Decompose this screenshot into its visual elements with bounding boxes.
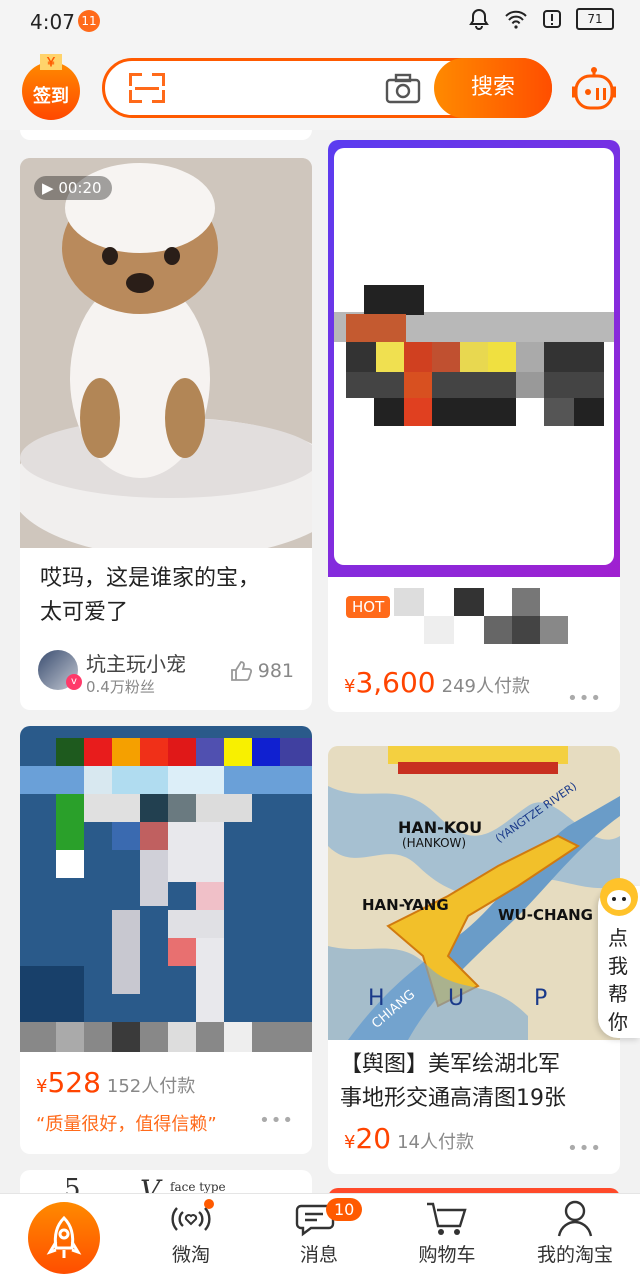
person-icon bbox=[557, 1200, 593, 1237]
video-duration-badge: ▶ 00:20 bbox=[34, 176, 112, 200]
scan-icon[interactable] bbox=[129, 73, 165, 103]
tab-weitao[interactable]: 微淘 bbox=[136, 1198, 246, 1267]
status-bar: 4:07 11 71 bbox=[0, 0, 640, 44]
map-label-u: U bbox=[448, 986, 465, 1011]
rocket-icon bbox=[46, 1215, 82, 1258]
cart-icon bbox=[427, 1202, 467, 1235]
partial-card-left[interactable]: 5 V face type bbox=[20, 1170, 312, 1194]
play-icon: ▶ bbox=[42, 179, 54, 197]
verified-badge: v bbox=[66, 674, 82, 690]
map-label-p: P bbox=[534, 986, 548, 1011]
home-rocket-button[interactable] bbox=[28, 1202, 100, 1274]
message-badge: 10 bbox=[326, 1198, 363, 1221]
pixelated-product-photo bbox=[334, 285, 614, 426]
product-card-hot[interactable]: HOT ¥3,600 249人付款 ••• bbox=[328, 140, 620, 712]
assistant-label: 点我帮你 bbox=[608, 926, 628, 1034]
blurred-title bbox=[394, 588, 568, 644]
assistant-face-icon bbox=[600, 878, 638, 916]
bell-icon bbox=[469, 8, 489, 30]
wifi-icon bbox=[505, 10, 527, 29]
paid-count: 249人付款 bbox=[441, 676, 530, 697]
puppy-video-thumbnail[interactable]: ▶ 00:20 bbox=[20, 158, 312, 558]
map-label-hankou: HAN-KOU bbox=[398, 818, 483, 837]
product-card-map[interactable]: HAN-KOU (HANKOW) (YANGTZE RIVER) HAN-YAN… bbox=[328, 746, 620, 1174]
review-quote: “质量很好，值得信赖” bbox=[36, 1114, 217, 1135]
product-image[interactable] bbox=[20, 726, 312, 1052]
map-product-title[interactable]: 【舆图】美军绘湖北军 事地形交通高清图19张 bbox=[340, 1048, 604, 1116]
paid-count: 14人付款 bbox=[397, 1132, 474, 1153]
feed-top-stub bbox=[20, 130, 312, 140]
search-header: 签到 搜索 bbox=[0, 44, 640, 130]
price: ¥20 14人付款 bbox=[344, 1122, 474, 1155]
map-label-h: H bbox=[368, 986, 385, 1011]
checkin-button[interactable]: 签到 bbox=[22, 54, 80, 120]
video-title[interactable]: 哎玛，这是谁家的宝， 太可爱了 bbox=[40, 562, 296, 630]
status-icons: 71 bbox=[468, 8, 614, 30]
thumbs-up-icon bbox=[230, 661, 252, 681]
tab-cart[interactable]: 购物车 bbox=[392, 1198, 502, 1267]
assistant-robot-icon[interactable] bbox=[572, 66, 616, 114]
more-options-icon[interactable]: ••• bbox=[259, 1110, 294, 1131]
more-options-icon[interactable]: ••• bbox=[567, 1138, 602, 1159]
like-button[interactable]: 981 bbox=[230, 660, 294, 682]
notification-count-badge: 11 bbox=[78, 10, 100, 32]
map-label-wuchang: WU-CHANG bbox=[498, 906, 593, 924]
map-label-hanyang: HAN-YANG bbox=[362, 896, 449, 914]
hot-tag: HOT bbox=[346, 596, 391, 618]
alert-icon bbox=[543, 10, 561, 28]
weitao-icon bbox=[171, 1199, 214, 1231]
search-input[interactable]: 搜索 bbox=[102, 58, 552, 118]
battery-indicator: 71 bbox=[576, 8, 614, 30]
camera-icon[interactable] bbox=[385, 73, 421, 105]
tab-messages[interactable]: 消息 10 bbox=[264, 1198, 374, 1267]
author-name[interactable]: 坑主玩小宠 bbox=[86, 648, 186, 677]
author-fans: 0.4万粉丝 bbox=[86, 678, 155, 696]
product-feed[interactable]: ▶ 00:20 哎玛，这是谁家的宝， 太可爱了 v 坑主玩小宠 0.4万粉丝 9… bbox=[0, 130, 640, 1194]
map-label-hankow: (HANKOW) bbox=[402, 836, 467, 850]
product-card-528[interactable]: ¥528 152人付款 “质量很好，值得信赖” ••• bbox=[20, 726, 312, 1154]
clock: 4:07 bbox=[30, 10, 75, 34]
tab-my-taobao[interactable]: 我的淘宝 bbox=[520, 1198, 630, 1267]
price: ¥528 152人付款 bbox=[36, 1066, 196, 1099]
like-count: 981 bbox=[257, 660, 294, 682]
paid-count: 152人付款 bbox=[106, 1076, 196, 1097]
pixelated-product-photo bbox=[20, 726, 312, 1052]
product-image[interactable] bbox=[328, 140, 620, 577]
price: ¥3,600 249人付款 bbox=[344, 666, 530, 699]
bottom-tab-bar: 微淘 消息 10 购物车 我的淘宝 bbox=[0, 1193, 640, 1280]
puppy-illustration bbox=[20, 158, 312, 558]
more-options-icon[interactable]: ••• bbox=[567, 688, 602, 709]
video-card[interactable]: ▶ 00:20 哎玛，这是谁家的宝， 太可爱了 v 坑主玩小宠 0.4万粉丝 9… bbox=[20, 158, 312, 710]
help-assistant-button[interactable]: 点我帮你 bbox=[598, 878, 640, 1038]
map-product-image[interactable]: HAN-KOU (HANKOW) (YANGTZE RIVER) HAN-YAN… bbox=[328, 746, 620, 1040]
search-button[interactable]: 搜索 bbox=[434, 58, 552, 118]
